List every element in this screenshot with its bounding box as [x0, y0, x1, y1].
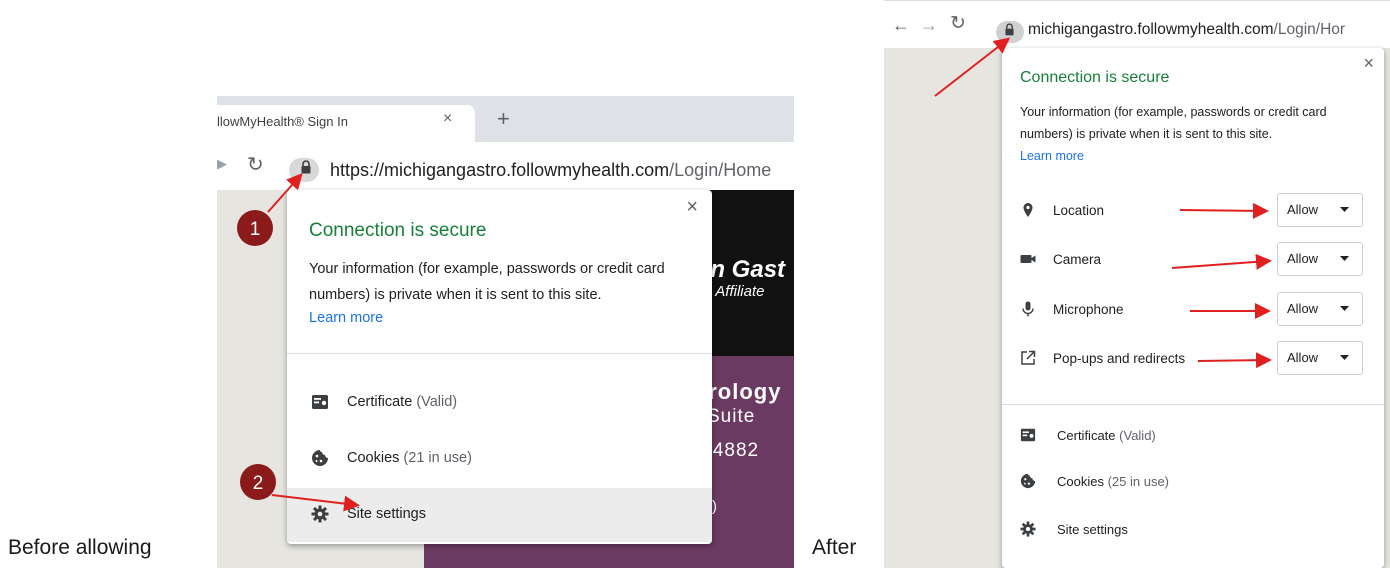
close-icon[interactable]: × [686, 196, 698, 219]
forward-icon[interactable]: → [920, 15, 938, 36]
cookies-count: (25 in use) [1107, 474, 1170, 489]
after-screenshot: ← → ↻ michigangastro.followmyhealth.com/… [884, 0, 1390, 568]
new-tab-button[interactable]: + [497, 106, 510, 132]
site-settings-row[interactable]: Site settings [1002, 506, 1384, 554]
site-info-popup: × Connection is secure Your information … [1002, 48, 1384, 568]
permission-label: Pop-ups and redirects [1053, 351, 1186, 366]
dropdown-caret-icon [1340, 306, 1349, 311]
learn-more-link[interactable]: Learn more [309, 310, 383, 326]
dropdown-caret-icon [1340, 256, 1349, 261]
location-pin-icon [1023, 203, 1033, 217]
before-screenshot: llowMyHealth® Sign In × + ▶ ↻ https://mi… [217, 96, 794, 568]
learn-more-link[interactable]: Learn more [1020, 149, 1084, 163]
caption-before: Before allowing [8, 536, 152, 559]
gear-icon [311, 505, 329, 523]
certificate-row[interactable]: Certificate (Valid) [1002, 412, 1384, 460]
cookies-row[interactable]: Cookies (21 in use) [287, 432, 712, 486]
divider [287, 353, 712, 354]
site-settings-label: Site settings [1057, 522, 1128, 537]
reload-icon[interactable]: ↻ [247, 152, 264, 177]
lock-icon[interactable] [1005, 23, 1014, 36]
select-value: Allow [1287, 202, 1319, 217]
permission-label: Microphone [1053, 302, 1124, 317]
forward-icon[interactable]: ▶ [217, 156, 227, 172]
popup-redirect-icon [1021, 350, 1036, 365]
site-settings-label: Site settings [347, 506, 426, 522]
popup-description: Your information (for example, passwords… [309, 261, 665, 303]
cookies-row[interactable]: Cookies (25 in use) [1002, 458, 1384, 506]
url-path: /Login/Home [669, 160, 772, 180]
caption-after: After [812, 536, 857, 559]
tab-close-icon[interactable]: × [443, 110, 452, 128]
site-info-popup: × Connection is secure Your information … [287, 190, 712, 544]
certificate-icon [1020, 428, 1036, 442]
location-permission-select[interactable]: Allow [1277, 193, 1363, 227]
select-value: Allow [1287, 350, 1319, 365]
address-bar[interactable]: https://michigangastro.followmyhealth.co… [330, 160, 771, 181]
address-bar[interactable]: michigangastro.followmyhealth.com/Login/… [1028, 21, 1345, 39]
certificate-label: Certificate (Valid) [347, 394, 457, 410]
dropdown-caret-icon [1340, 355, 1349, 360]
url-path: /Login/Hor [1273, 21, 1346, 38]
cookies-label: Cookies (25 in use) [1057, 474, 1169, 489]
microphone-icon [1022, 301, 1034, 317]
certificate-status: (Valid) [1119, 428, 1156, 443]
permission-row-microphone: Microphone Allow [1002, 287, 1384, 335]
certificate-icon [312, 395, 328, 409]
camera-permission-select[interactable]: Allow [1277, 242, 1363, 276]
page-text: ) [712, 498, 717, 515]
cookies-label: Cookies (21 in use) [347, 450, 472, 466]
camera-icon [1020, 255, 1036, 263]
select-value: Allow [1287, 251, 1319, 266]
popups-permission-select[interactable]: Allow [1277, 341, 1363, 375]
certificate-status: (Valid) [416, 394, 458, 410]
popup-title: Connection is secure [309, 220, 487, 241]
microphone-permission-select[interactable]: Allow [1277, 292, 1363, 326]
reload-icon[interactable]: ↻ [950, 12, 966, 35]
permission-row-location: Location Allow [1002, 188, 1384, 236]
permission-label: Camera [1053, 252, 1102, 267]
certificate-row[interactable]: Certificate (Valid) [287, 376, 712, 430]
page-text: Suite [707, 406, 756, 427]
url-host: michigangastro.followmyhealth.com [1028, 21, 1274, 38]
cookies-text: Cookies [1057, 474, 1104, 489]
divider [1002, 404, 1384, 405]
permission-label: Location [1053, 203, 1105, 218]
gear-icon [1020, 521, 1036, 537]
site-settings-row[interactable]: Site settings [287, 488, 712, 542]
certificate-text: Certificate [1057, 428, 1116, 443]
popup-description: Your information (for example, passwords… [1020, 105, 1327, 141]
certificate-label: Certificate (Valid) [1057, 428, 1156, 443]
cookie-icon [312, 450, 328, 466]
tab-title: llowMyHealth® Sign In [217, 114, 348, 129]
popup-title: Connection is secure [1020, 69, 1170, 86]
certificate-text: Certificate [347, 394, 413, 410]
cookies-count: (21 in use) [403, 450, 472, 466]
select-value: Allow [1287, 301, 1319, 316]
lock-icon[interactable] [301, 160, 311, 174]
cookies-text: Cookies [347, 450, 400, 466]
back-icon[interactable]: ← [892, 15, 910, 36]
url-host: https://michigangastro.followmyhealth.co… [330, 160, 670, 180]
permission-row-camera: Camera Allow [1002, 237, 1384, 285]
permission-row-popups: Pop-ups and redirects Allow [1002, 336, 1384, 384]
dropdown-caret-icon [1340, 207, 1349, 212]
close-icon[interactable]: × [1363, 53, 1374, 74]
cookie-icon [1020, 473, 1036, 489]
